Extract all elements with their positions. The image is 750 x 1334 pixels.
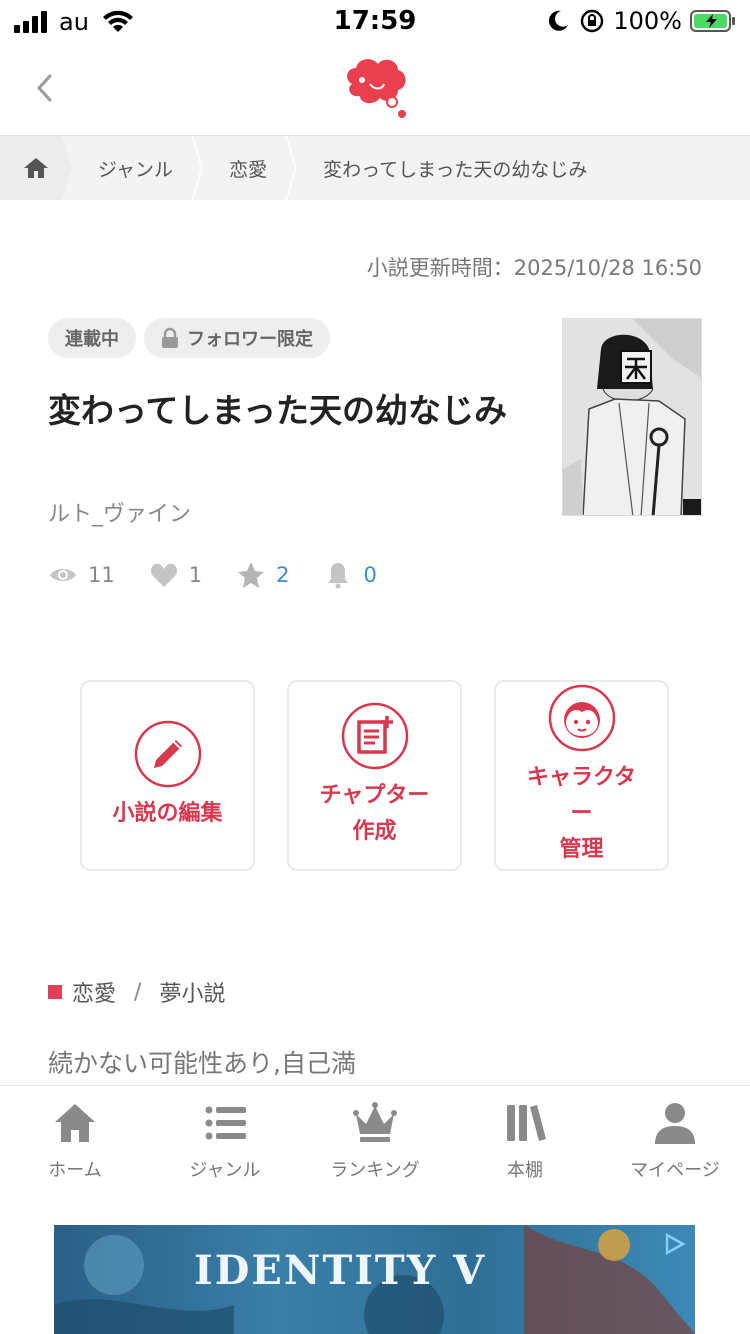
- visibility-badge: フォロワー限定: [144, 318, 330, 358]
- visibility-badge-label: フォロワー限定: [187, 329, 313, 350]
- bell-icon: [328, 563, 349, 589]
- nav-home[interactable]: ホーム: [0, 1086, 150, 1200]
- star-icon: [238, 562, 265, 588]
- heart-icon: [150, 563, 177, 587]
- eye-icon: [50, 569, 76, 581]
- battery-icon: [690, 10, 735, 32]
- ad-choices-icon[interactable]: [661, 1231, 687, 1257]
- crown-icon: [353, 1102, 397, 1142]
- genre-row: 恋愛 / 夢小説: [48, 976, 225, 1008]
- list-icon: [205, 1106, 246, 1140]
- character-icon: [548, 684, 615, 751]
- novel-tags: 連載中 フォロワー限定: [48, 318, 330, 358]
- nav-bookshelf[interactable]: 本棚: [450, 1086, 600, 1200]
- person-icon: [655, 1103, 695, 1144]
- nav-bookshelf-label: 本棚: [507, 1160, 543, 1181]
- nav-mypage-label: マイページ: [630, 1160, 720, 1181]
- novel-description: 続かない可能性あり,自己満: [48, 1049, 356, 1078]
- nav-genre-label: ジャンル: [189, 1160, 261, 1181]
- edit-novel-button[interactable]: 小説の編集: [80, 680, 255, 871]
- nav-ranking[interactable]: ランキング: [300, 1086, 450, 1200]
- create-chapter-label: チャプター 作成: [319, 782, 430, 844]
- battery-percent: 100%: [613, 7, 682, 35]
- star-count-value: 2: [276, 563, 290, 587]
- create-chapter-button[interactable]: チャプター 作成: [287, 680, 462, 871]
- nav-mypage[interactable]: マイページ: [600, 1086, 750, 1200]
- home-icon: [24, 158, 48, 178]
- novel-stats: 11 1 2 0: [48, 560, 411, 590]
- genre-primary[interactable]: 恋愛: [72, 976, 116, 1008]
- manage-characters-label: キャラクタ ー 管理: [526, 764, 637, 862]
- genre-separator: /: [134, 979, 142, 1005]
- bottom-nav: ホーム ジャンル ランキング 本棚 マイページ: [0, 1085, 750, 1200]
- back-button[interactable]: [30, 70, 60, 106]
- moon-icon: [549, 10, 569, 31]
- breadcrumb: ジャンル 恋愛 変わってしまった天の幼なじみ: [0, 136, 750, 200]
- nav-home-label: ホーム: [48, 1160, 102, 1181]
- home-icon: [55, 1104, 95, 1142]
- breadcrumb-current: 変わってしまった天の幼なじみ: [323, 158, 588, 181]
- nav-ranking-label: ランキング: [330, 1160, 420, 1181]
- app-logo[interactable]: [340, 54, 412, 122]
- edit-novel-label: 小説の編集: [112, 800, 223, 826]
- like-count[interactable]: 1: [149, 560, 202, 590]
- genre-secondary[interactable]: 夢小説: [159, 976, 225, 1008]
- breadcrumb-category[interactable]: 恋愛: [203, 136, 297, 200]
- notify-count[interactable]: 0: [323, 560, 377, 590]
- pencil-icon: [134, 720, 201, 787]
- view-count: 11: [48, 560, 115, 590]
- status-badge-label: 連載中: [65, 329, 119, 350]
- star-count[interactable]: 2: [236, 560, 289, 590]
- manage-characters-button[interactable]: キャラクタ ー 管理: [494, 680, 669, 871]
- lock-icon: [162, 327, 178, 348]
- view-count-value: 11: [88, 563, 115, 587]
- ad-title: IDENTITY V: [194, 1247, 487, 1294]
- like-count-value: 1: [188, 563, 203, 587]
- document-add-icon: [341, 702, 408, 769]
- ad-banner[interactable]: IDENTITY V: [54, 1225, 695, 1334]
- rotation-lock-icon: [581, 9, 604, 33]
- notify-count-value: 0: [363, 563, 377, 587]
- breadcrumb-home[interactable]: [0, 136, 72, 200]
- update-time: 小説更新時間：2025/10/28 16:50: [366, 256, 702, 280]
- cover-image[interactable]: [562, 318, 702, 516]
- author-actions: 小説の編集 チャプター 作成 キャラクタ ー 管理: [80, 680, 669, 871]
- bookshelf-icon: [507, 1105, 546, 1141]
- breadcrumb-genre[interactable]: ジャンル: [72, 136, 203, 200]
- status-bar: au 17:59 100%: [0, 0, 750, 40]
- novel-title: 変わってしまった天の幼なじみ: [48, 391, 508, 430]
- app-header: [0, 40, 750, 136]
- nav-genre[interactable]: ジャンル: [150, 1086, 300, 1200]
- genre-color-marker: [48, 985, 62, 999]
- author-name[interactable]: ルト_ヴァイン: [48, 496, 191, 528]
- status-badge: 連載中: [48, 318, 136, 358]
